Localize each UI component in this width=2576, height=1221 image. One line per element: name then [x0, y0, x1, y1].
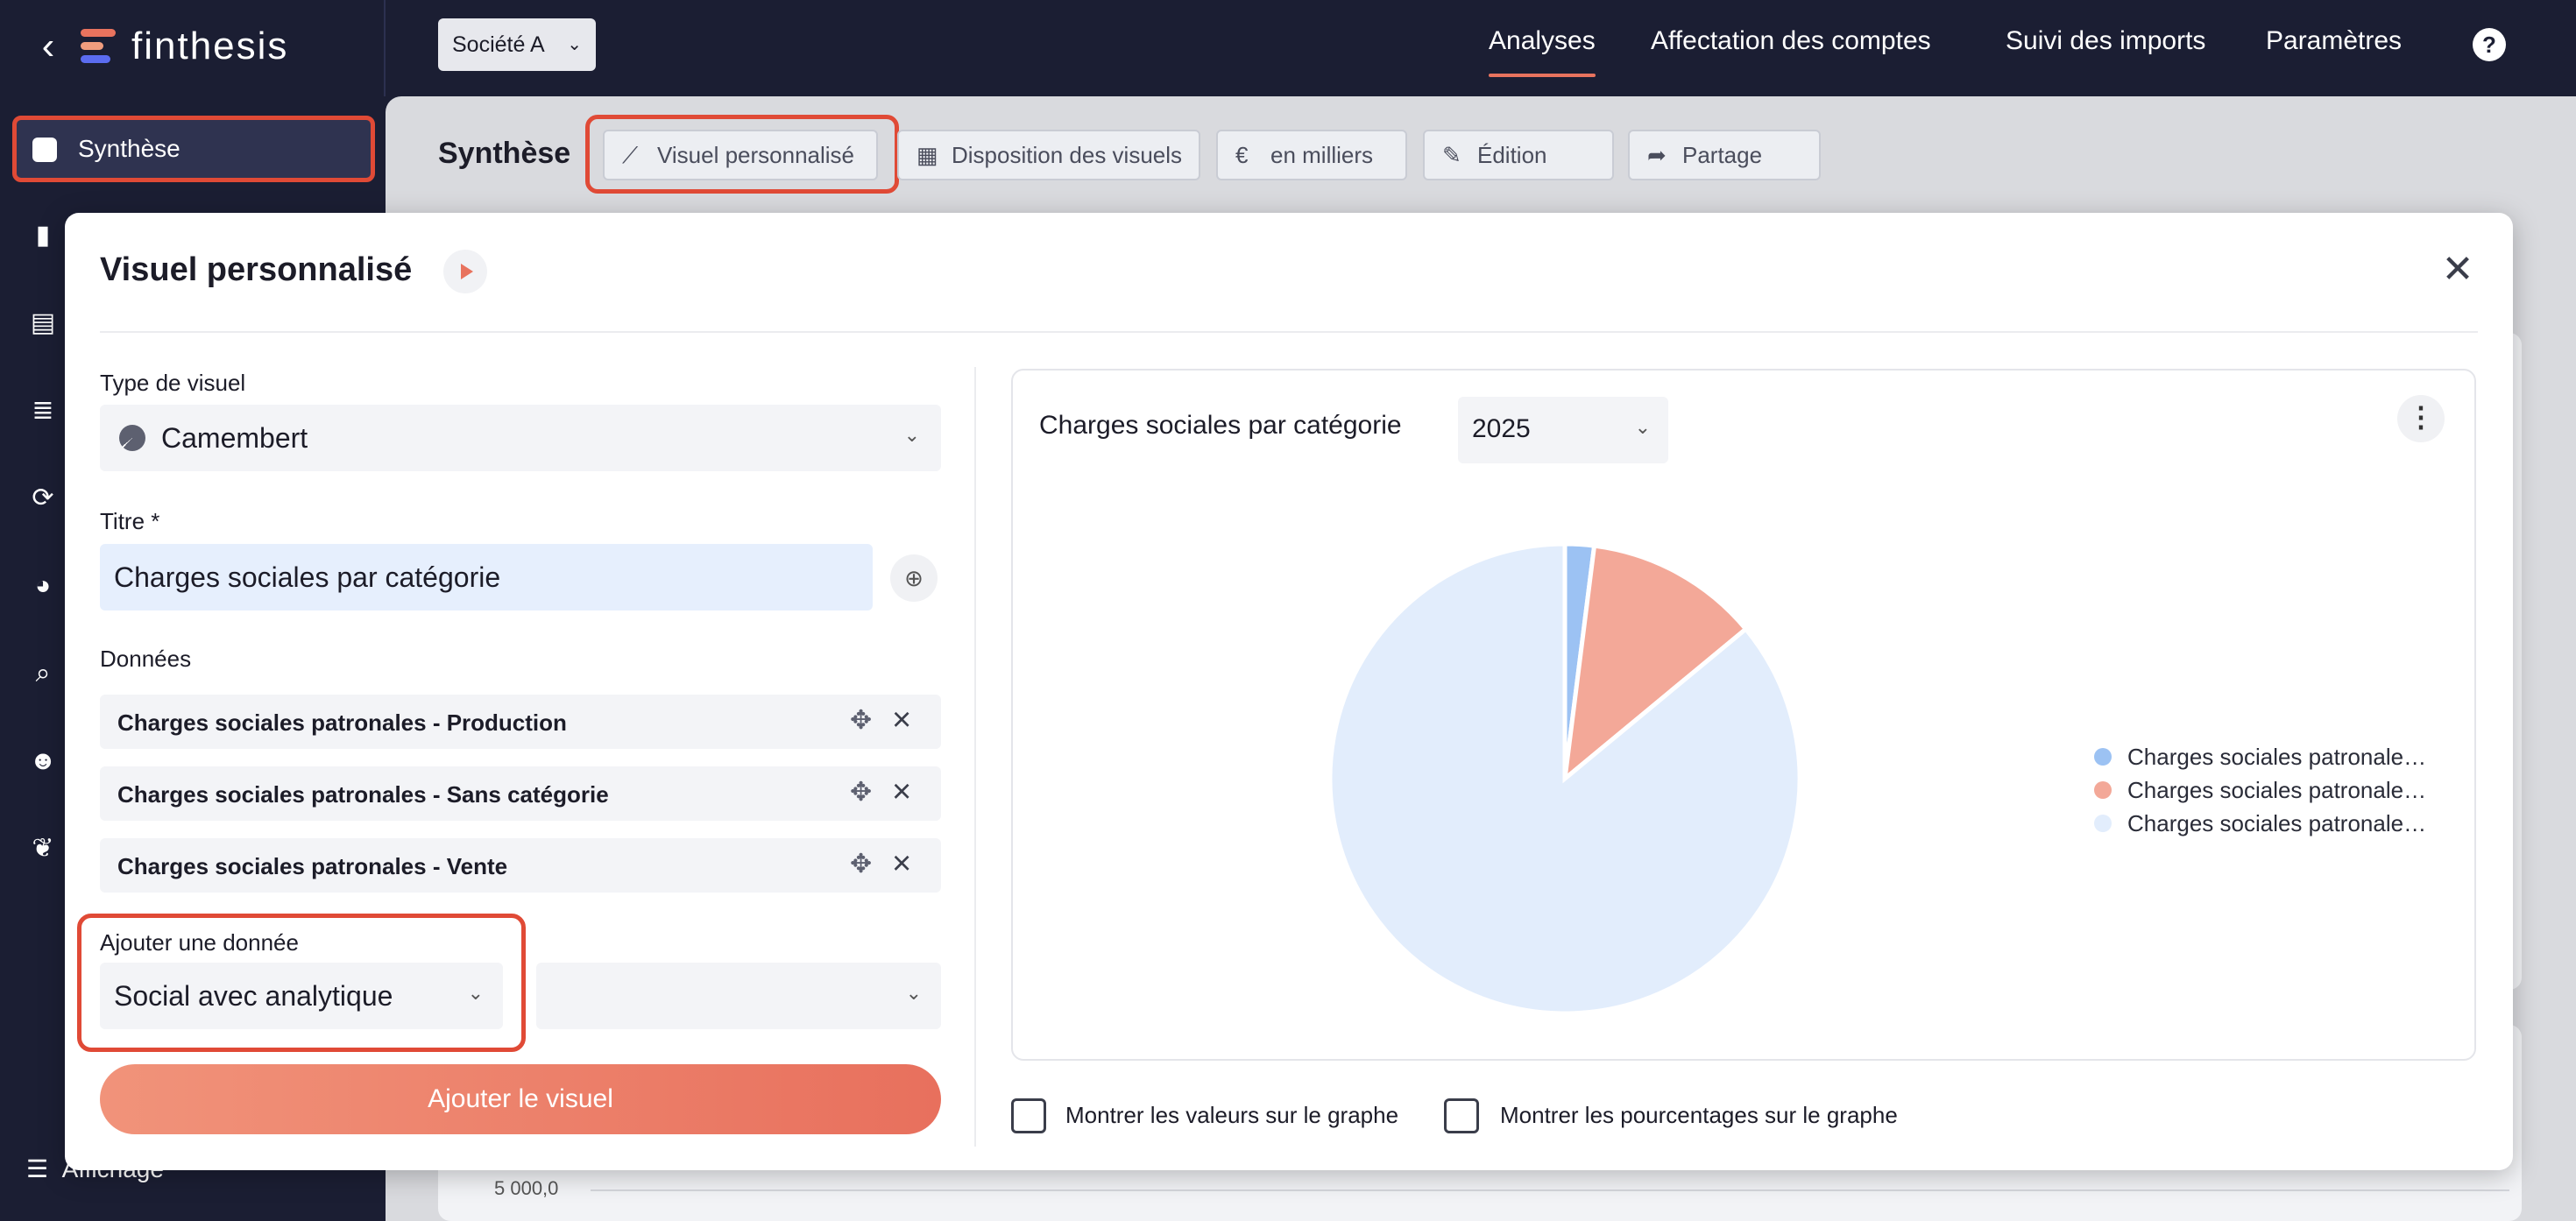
topbar-divider: [384, 0, 386, 96]
data-item-label: Charges sociales patronales - Production: [117, 709, 567, 736]
line-chart-icon: [32, 138, 57, 162]
legend-label: Charges sociales patronale…: [2127, 777, 2427, 803]
background-axis-tick: 5 000,0: [494, 1177, 559, 1199]
data-source-value: Social avec analytique: [114, 980, 393, 1012]
chevron-down-icon: ⌄: [1634, 416, 1651, 438]
data-label: Données: [100, 646, 192, 672]
remove-icon[interactable]: ×: [892, 702, 911, 739]
back-arrow-icon[interactable]: ‹: [26, 25, 70, 68]
legend-item[interactable]: Charges sociales patronale…: [2094, 740, 2426, 773]
company-selector-value: Société A: [452, 32, 545, 57]
legend-color-dot: [2094, 781, 2112, 799]
show-percentages-label: Montrer les pourcentages sur le graphe: [1500, 1102, 1898, 1128]
share-icon: ➦: [1647, 142, 1667, 168]
button-label: Partage: [1682, 142, 1763, 168]
move-icon[interactable]: ✥: [850, 705, 872, 736]
move-icon[interactable]: ✥: [850, 849, 872, 879]
globe-settings-icon[interactable]: ⊕: [890, 554, 938, 602]
layout-button[interactable]: ▦ Disposition des visuels: [897, 130, 1200, 180]
button-label: en milliers: [1270, 142, 1374, 168]
legend-color-dot: [2094, 748, 2112, 766]
chart-preview-card: Charges sociales par catégorie 2025 ⌄ ⋮ …: [1011, 369, 2476, 1061]
remove-icon[interactable]: ×: [892, 845, 911, 883]
data-item[interactable]: Charges sociales patronales - Sans catég…: [100, 766, 941, 821]
nav-analyses[interactable]: Analyses: [1489, 26, 1596, 77]
page-title: Synthèse: [438, 137, 571, 170]
add-data-label: Ajouter une donnée: [100, 929, 299, 956]
pencil-icon: ✎: [1442, 142, 1461, 168]
title-input[interactable]: [100, 544, 873, 610]
data-item-select[interactable]: ⌄: [536, 963, 941, 1029]
top-bar: ‹ finthesis Société A ⌄ Analyses Affecta…: [0, 0, 2576, 96]
custom-visual-modal: Visuel personnalisé ✕ Type de visuel Cam…: [65, 213, 2513, 1170]
chart-legend: Charges sociales patronale… Charges socia…: [2094, 740, 2426, 840]
pie-chart-icon[interactable]: ◕: [28, 571, 58, 601]
show-values-label: Montrer les valeurs sur le graphe: [1065, 1102, 1399, 1128]
company-selector[interactable]: Société A ⌄: [438, 18, 596, 71]
units-button[interactable]: € en milliers: [1216, 130, 1407, 180]
visual-type-label: Type de visuel: [100, 370, 246, 396]
leaf-icon[interactable]: ❦: [28, 834, 58, 864]
sidebar-item-label: Synthèse: [78, 135, 180, 162]
chevron-down-icon: ⌄: [905, 982, 922, 1004]
nav-affectation-des-comptes[interactable]: Affectation des comptes: [1651, 26, 1931, 56]
pie-chart: [1328, 542, 1801, 1015]
modal-divider: [100, 331, 2478, 333]
app-name: finthesis: [131, 25, 289, 67]
move-icon[interactable]: ✥: [850, 777, 872, 808]
legend-item[interactable]: Charges sociales patronale…: [2094, 807, 2426, 840]
pie-chart-icon: [119, 425, 145, 451]
button-label: Disposition des visuels: [952, 142, 1183, 168]
data-source-select[interactable]: Social avec analytique ⌄: [100, 963, 503, 1029]
custom-visual-button[interactable]: ⟋ Visuel personnalisé: [603, 130, 878, 180]
data-item[interactable]: Charges sociales patronales - Production…: [100, 695, 941, 749]
euro-icon: €: [1235, 142, 1249, 168]
button-label: Édition: [1477, 142, 1547, 168]
share-button[interactable]: ➦ Partage: [1628, 130, 1821, 180]
play-icon[interactable]: [443, 250, 487, 293]
background-gridline: [591, 1189, 2509, 1191]
data-item-label: Charges sociales patronales - Sans catég…: [117, 781, 609, 808]
year-value: 2025: [1472, 414, 1531, 443]
sidebar-item-synthese[interactable]: Synthèse: [12, 116, 375, 182]
remove-icon[interactable]: ×: [892, 773, 911, 811]
modal-column-divider: [974, 367, 976, 1147]
help-icon[interactable]: ?: [2473, 28, 2506, 61]
nav-parametres[interactable]: Paramètres: [2266, 26, 2402, 56]
add-visual-button[interactable]: Ajouter le visuel: [100, 1064, 941, 1134]
modal-title: Visuel personnalisé: [100, 251, 413, 288]
title-label: Titre *: [100, 508, 160, 534]
chevron-down-icon: ⌄: [467, 982, 484, 1004]
show-percentages-checkbox[interactable]: [1444, 1098, 1479, 1133]
close-icon[interactable]: ✕: [2436, 248, 2480, 292]
legend-label: Charges sociales patronale…: [2127, 810, 2427, 836]
edit-button[interactable]: ✎ Édition: [1423, 130, 1614, 180]
legend-color-dot: [2094, 815, 2112, 832]
list-icon: ☰: [26, 1155, 49, 1182]
legend-label: Charges sociales patronale…: [2127, 744, 2427, 770]
bar-chart-icon[interactable]: ▮: [28, 221, 58, 251]
database-icon[interactable]: ≣: [28, 396, 58, 426]
more-options-icon[interactable]: ⋮: [2397, 395, 2445, 442]
line-chart-icon: ⟋: [622, 142, 639, 168]
nav-suivi-des-imports[interactable]: Suivi des imports: [2006, 26, 2205, 56]
data-item-label: Charges sociales patronales - Vente: [117, 853, 508, 879]
chevron-down-icon: ⌄: [567, 35, 582, 54]
year-select[interactable]: 2025 ⌄: [1458, 397, 1668, 463]
button-label: Visuel personnalisé: [657, 142, 854, 168]
chart-title: Charges sociales par catégorie: [1039, 411, 1402, 440]
app-logo[interactable]: finthesis: [81, 25, 288, 68]
grid-icon: ▦: [916, 142, 938, 168]
visual-type-select[interactable]: Camembert ⌄: [100, 405, 941, 471]
users-icon[interactable]: ☻: [28, 746, 58, 776]
search-chart-icon[interactable]: ⌕: [28, 659, 58, 688]
book-icon[interactable]: ▤: [28, 308, 58, 338]
legend-item[interactable]: Charges sociales patronale…: [2094, 773, 2426, 807]
finthesis-logo-icon: [81, 27, 117, 66]
visual-type-value: Camembert: [161, 422, 308, 454]
chevron-down-icon: ⌄: [903, 424, 920, 446]
show-values-checkbox[interactable]: [1011, 1098, 1046, 1133]
data-item[interactable]: Charges sociales patronales - Vente ✥ ×: [100, 838, 941, 893]
sync-icon[interactable]: ⟳: [28, 483, 58, 513]
